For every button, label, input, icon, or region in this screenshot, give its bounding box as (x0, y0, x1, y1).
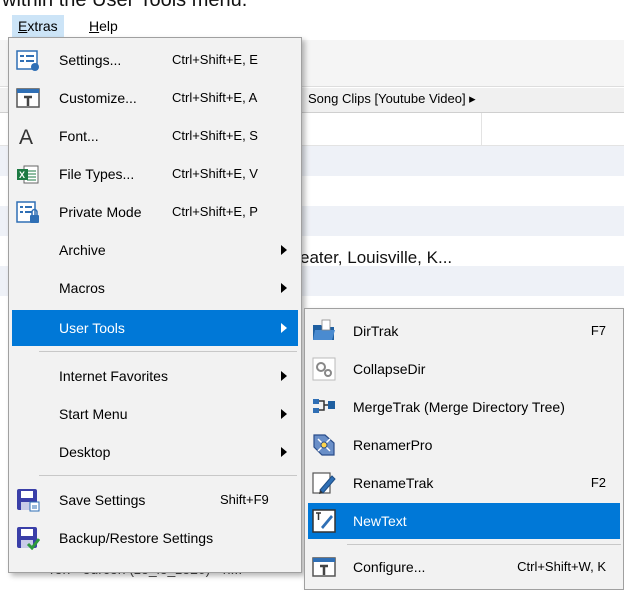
menu-item-shortcut: Shift+F9 (220, 492, 269, 507)
menu-item-mergetrak[interactable]: MergeTrak (Merge Directory Tree) (308, 389, 620, 425)
save-settings-icon (17, 489, 40, 512)
menu-item-label: Archive (59, 242, 106, 258)
menu-item-label: Backup/Restore Settings (59, 530, 214, 546)
menu-separator (39, 475, 297, 476)
menu-item-newtext[interactable]: NewText (308, 503, 620, 539)
menu-item-label: RenamerPro (353, 437, 433, 453)
menu-item-label: User Tools (59, 320, 125, 336)
submenu-arrow-icon (281, 323, 287, 333)
menu-item-macros[interactable]: Macros (12, 270, 298, 306)
menu-item-label: Macros (59, 280, 105, 296)
submenu-arrow-icon (281, 371, 287, 381)
menu-item-label: MergeTrak (Merge Directory Tree) (353, 399, 565, 415)
caption-text: within the User Tools menu. (2, 0, 248, 11)
submenu-arrow-icon (281, 409, 287, 419)
menu-item-private-mode[interactable]: Private Mode Ctrl+Shift+E, P (12, 194, 298, 230)
menu-item-start-menu[interactable]: Start Menu (12, 396, 298, 432)
submenu-arrow-icon (281, 283, 287, 293)
menu-item-backup-restore-settings[interactable]: Backup/Restore Settings (12, 520, 298, 556)
menu-item-label: File Types... (59, 166, 135, 182)
private-mode-icon (16, 201, 39, 223)
menu-item-shortcut: Ctrl+Shift+E, E (172, 52, 258, 67)
breadcrumb-segment[interactable]: Song Clips [Youtube Video] ▸ (308, 91, 476, 107)
menu-help-label: elp (99, 18, 118, 34)
menu-bar: Extras Help (0, 12, 624, 39)
rename-pencil-icon (312, 472, 336, 494)
gears-icon (312, 357, 336, 381)
svg-text:A: A (19, 126, 33, 148)
menu-item-font[interactable]: A Font... Ctrl+Shift+E, S (12, 118, 298, 154)
extras-menu: Settings... Ctrl+Shift+E, E Customize...… (8, 37, 302, 573)
menu-item-shortcut: F7 (590, 323, 606, 338)
settings-icon (16, 50, 39, 71)
merge-tree-icon (313, 399, 335, 413)
menu-item-file-types[interactable]: X File Types... Ctrl+Shift+E, V (12, 156, 298, 192)
menu-separator (347, 544, 621, 545)
menu-item-label: Start Menu (59, 406, 128, 422)
renamer-icon (313, 434, 335, 456)
menu-item-shortcut: Ctrl+Shift+E, P (172, 204, 258, 219)
menu-item-shortcut: F2 (590, 475, 606, 490)
menu-item-label: Settings... (59, 52, 122, 68)
menu-item-archive[interactable]: Archive (12, 232, 298, 268)
menu-item-label: RenameTrak (353, 475, 434, 491)
menu-item-user-tools[interactable]: User Tools (12, 310, 298, 346)
menu-item-label: CollapseDir (353, 361, 426, 377)
menu-item-shortcut: Ctrl+Shift+E, S (172, 128, 258, 143)
menu-item-label: Save Settings (59, 492, 146, 508)
menu-item-shortcut: Ctrl+Shift+E, A (172, 90, 258, 105)
menu-item-label: Configure... (353, 559, 426, 575)
menu-item-collapsedir[interactable]: CollapseDir (308, 351, 620, 387)
menu-extras[interactable]: Extras (12, 15, 64, 37)
menu-item-configure[interactable]: Configure... Ctrl+Shift+W, K (308, 549, 620, 585)
menu-item-shortcut: Ctrl+Shift+W, K (517, 559, 606, 574)
menu-item-label: NewText (353, 513, 407, 529)
svg-text:X: X (19, 170, 25, 180)
menu-item-desktop[interactable]: Desktop (12, 434, 298, 470)
menu-item-settings[interactable]: Settings... Ctrl+Shift+E, E (12, 42, 298, 78)
menu-extras-label: xtras (27, 18, 58, 34)
submenu-arrow-icon (281, 447, 287, 457)
menu-item-label: Private Mode (59, 204, 142, 220)
menu-item-label: Desktop (59, 444, 111, 460)
font-icon: A (19, 126, 33, 148)
menu-item-label: DirTrak (353, 323, 399, 339)
menu-separator (39, 351, 297, 352)
menu-item-label: Font... (59, 128, 99, 144)
menu-item-dirtrak[interactable]: DirTrak F7 (308, 313, 620, 349)
menu-item-shortcut: Ctrl+Shift+E, V (172, 166, 258, 181)
menu-item-renametrak[interactable]: RenameTrak F2 (308, 465, 620, 501)
customize-icon (16, 88, 40, 108)
menu-item-label: Customize... (59, 90, 137, 106)
new-text-icon (312, 509, 336, 533)
user-tools-submenu: DirTrak F7 CollapseDir MergeTrak (Merge … (304, 308, 624, 590)
submenu-arrow-icon (281, 245, 287, 255)
backup-restore-icon (17, 527, 40, 550)
menu-item-internet-favorites[interactable]: Internet Favorites (12, 358, 298, 394)
column-separator[interactable] (481, 113, 482, 145)
configure-icon (312, 557, 336, 577)
menu-item-customize[interactable]: Customize... Ctrl+Shift+E, A (12, 80, 298, 116)
folder-icon (313, 319, 335, 340)
menu-item-label: Internet Favorites (59, 368, 168, 384)
menu-item-renamerpro[interactable]: RenamerPro (308, 427, 620, 463)
menu-item-save-settings[interactable]: Save Settings Shift+F9 (12, 482, 298, 518)
file-types-icon: X (17, 165, 39, 184)
menu-help[interactable]: Help (83, 15, 124, 37)
list-row-text: eater, Louisville, K... (300, 248, 453, 267)
